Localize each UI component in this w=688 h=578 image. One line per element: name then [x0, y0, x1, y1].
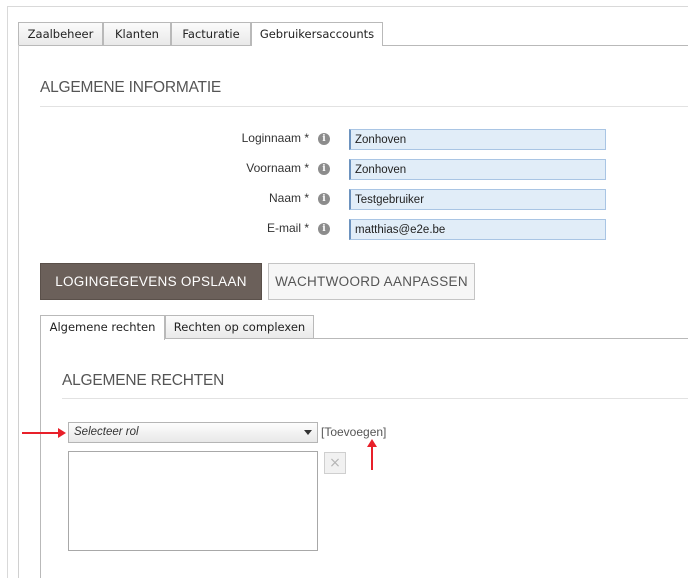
panel-border-left	[18, 45, 19, 578]
tab-label: Facturatie	[182, 27, 240, 41]
tab-klanten[interactable]: Klanten	[103, 22, 171, 45]
tab-algemene-rechten[interactable]: Algemene rechten	[40, 315, 165, 340]
info-icon[interactable]: i	[318, 163, 330, 175]
first-name-input[interactable]	[349, 159, 606, 180]
close-icon[interactable]: ×	[324, 452, 346, 474]
active-inner-tab-gap	[41, 338, 164, 339]
general-info-title: ALGEMENE INFORMATIE	[40, 79, 222, 96]
tab-facturatie[interactable]: Facturatie	[171, 22, 251, 45]
annotation-arrow-right-icon	[22, 428, 66, 438]
login-name-input[interactable]	[349, 129, 606, 150]
save-login-button[interactable]: LOGINGEGEVENS OPSLAAN	[40, 263, 262, 300]
rights-title: ALGEMENE RECHTEN	[62, 372, 225, 389]
section-divider	[62, 398, 688, 399]
first-name-label: Voornaam *	[246, 161, 309, 175]
last-name-label: Naam *	[268, 191, 309, 205]
tab-label: Algemene rechten	[49, 320, 156, 334]
email-label: E-mail *	[266, 221, 309, 235]
change-password-button[interactable]: WACHTWOORD AANPASSEN	[268, 263, 475, 300]
last-name-input[interactable]	[349, 189, 606, 210]
tab-label: Rechten op complexen	[173, 320, 306, 334]
info-icon[interactable]: i	[318, 193, 330, 205]
section-divider	[40, 106, 688, 107]
tab-label: Gebruikersaccounts	[259, 27, 375, 41]
login-name-label: Loginnaam *	[241, 131, 309, 145]
tab-gebruikersaccounts[interactable]: Gebruikersaccounts	[251, 22, 383, 46]
roles-listbox[interactable]	[68, 451, 318, 551]
info-icon[interactable]: i	[318, 223, 330, 235]
active-tab-gap	[252, 45, 382, 46]
window-border-left	[7, 6, 8, 578]
tab-zaalbeheer[interactable]: Zaalbeheer	[18, 22, 103, 45]
email-input[interactable]	[349, 219, 606, 240]
window-border-top	[7, 6, 688, 7]
inner-panel-border-left	[40, 338, 41, 578]
tab-label: Zaalbeheer	[27, 27, 94, 41]
annotation-arrow-up-icon	[367, 439, 377, 470]
tab-label: Klanten	[115, 27, 159, 41]
role-select-value: Selecteer rol	[74, 426, 139, 438]
add-role-link[interactable]: [Toevoegen]	[321, 425, 386, 439]
role-select[interactable]: Selecteer rol	[68, 422, 318, 443]
chevron-down-icon	[304, 430, 312, 435]
info-icon[interactable]: i	[318, 133, 330, 145]
tab-rechten-op-complexen[interactable]: Rechten op complexen	[165, 315, 314, 339]
